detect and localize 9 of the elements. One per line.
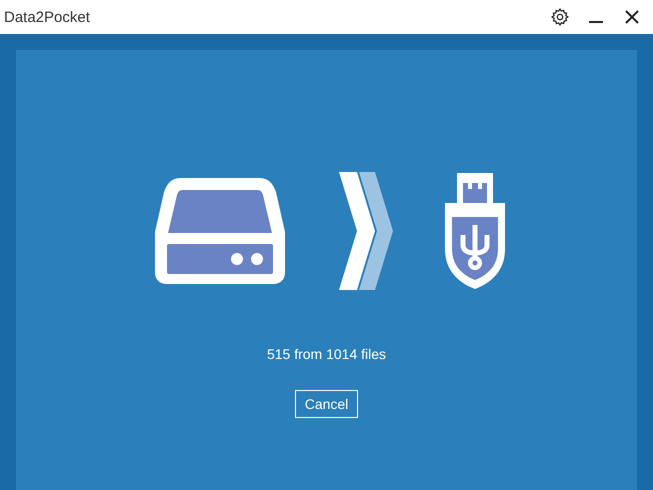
window-title: Data2Pocket [4,8,91,26]
cancel-button[interactable]: Cancel [294,390,358,418]
usb-drive-icon [442,173,506,289]
settings-icon [550,7,570,27]
settings-button[interactable] [549,6,571,28]
progress-text: 515 from 1014 files [266,346,386,362]
close-icon [625,10,639,24]
double-chevron-icon [338,172,392,290]
minimize-icon [589,21,603,23]
